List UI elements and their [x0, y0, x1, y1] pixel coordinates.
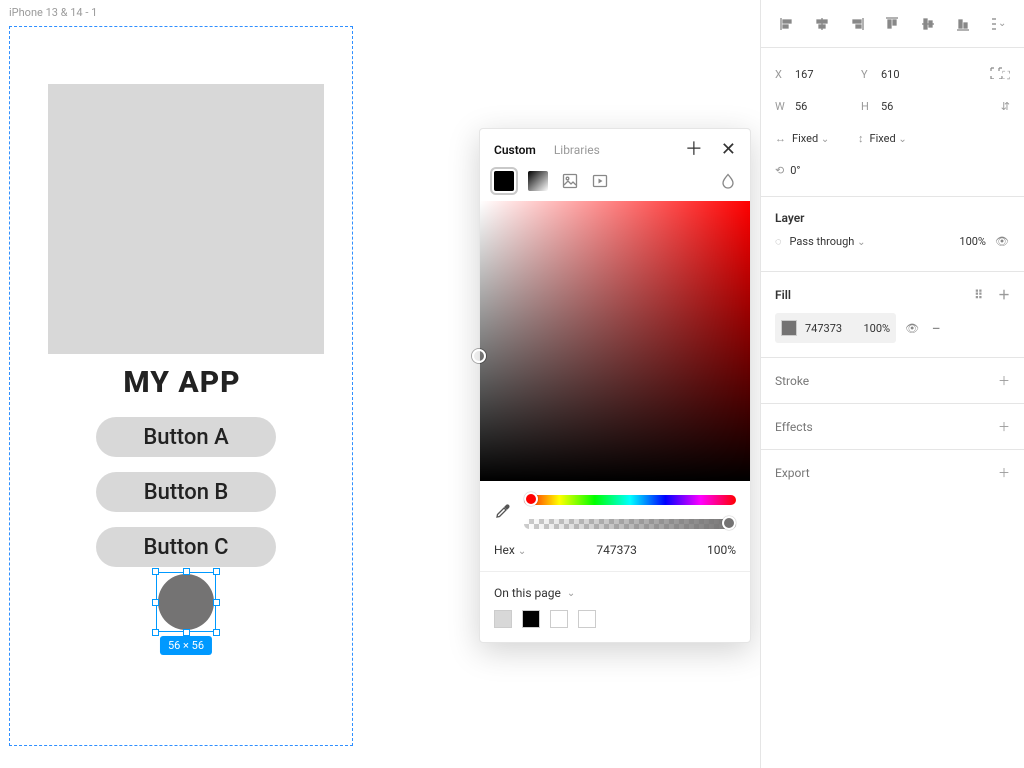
vertical-constraint-icon: ↕: [858, 132, 864, 145]
design-frame[interactable]: MY APP Button A Button B Button C 56 × 5…: [9, 26, 353, 746]
inspector-panel: ⌄ X 167 Y 610 ⛶ W 56 H 56 ⇵ ↔ Fixed ⌄ ↕ …: [760, 0, 1024, 768]
vertical-constraint-select[interactable]: Fixed ⌄: [870, 132, 930, 145]
add-effect-button[interactable]: ＋: [998, 418, 1010, 435]
fill-type-gradient[interactable]: [528, 171, 548, 191]
hue-thumb[interactable]: [524, 492, 538, 506]
design-button-a[interactable]: Button A: [96, 417, 276, 457]
distribute-icon[interactable]: ⌄: [990, 16, 1006, 32]
hex-input[interactable]: 747373: [536, 543, 697, 557]
add-fill-button[interactable]: ＋: [998, 288, 1010, 302]
opacity-icon: ◌: [775, 235, 782, 248]
fill-visibility-icon[interactable]: 👁: [904, 322, 920, 335]
export-section: Export ＋: [761, 450, 1024, 495]
align-hcenter-icon[interactable]: [814, 16, 830, 32]
resize-handle[interactable]: [213, 568, 220, 575]
transform-section: X 167 Y 610 ⛶ W 56 H 56 ⇵ ↔ Fixed ⌄ ↕ Fi…: [761, 48, 1024, 197]
effects-section: Effects ＋: [761, 404, 1024, 450]
fill-section: Fill ⠿ ＋ 747373 100% 👁 −: [761, 272, 1024, 358]
alignment-toolbar: ⌄: [761, 0, 1024, 48]
resize-handle[interactable]: [183, 629, 190, 636]
remove-fill-button[interactable]: −: [928, 319, 944, 338]
on-this-page-toggle[interactable]: On this page ⌄: [494, 586, 736, 600]
fill-type-image-icon[interactable]: [562, 173, 578, 189]
y-label: Y: [861, 68, 875, 81]
page-swatch[interactable]: [522, 610, 540, 628]
x-input[interactable]: 167: [795, 68, 855, 81]
saturation-value-area[interactable]: [480, 201, 750, 481]
align-bottom-icon[interactable]: [955, 16, 971, 32]
add-style-button[interactable]: ＋: [685, 141, 703, 159]
resize-handle[interactable]: [152, 629, 159, 636]
layer-section: Layer ◌ Pass through ⌄ 100% 👁: [761, 197, 1024, 272]
stroke-section: Stroke ＋: [761, 358, 1024, 404]
align-top-icon[interactable]: [884, 16, 900, 32]
rotation-icon: ⟲: [775, 164, 784, 177]
eyedropper-icon[interactable]: [494, 502, 512, 523]
page-swatch[interactable]: [550, 610, 568, 628]
effects-heading: Effects: [775, 420, 813, 434]
design-button-a-label: Button A: [143, 425, 228, 450]
page-swatch[interactable]: [578, 610, 596, 628]
close-picker-button[interactable]: ✕: [721, 141, 736, 159]
align-right-icon[interactable]: [849, 16, 865, 32]
horizontal-constraint-icon: ↔: [775, 132, 786, 145]
fill-entry[interactable]: 747373 100%: [775, 313, 896, 343]
align-left-icon[interactable]: [779, 16, 795, 32]
horizontal-constraint-select[interactable]: Fixed ⌄: [792, 132, 852, 145]
frame-label[interactable]: iPhone 13 & 14 - 1: [9, 6, 97, 19]
color-picker-popover: Custom Libraries ＋ ✕ Hex ⌄ 747373: [479, 128, 751, 643]
align-vcenter-icon[interactable]: [920, 16, 936, 32]
layer-opacity-input[interactable]: 100%: [942, 235, 986, 248]
fill-type-video-icon[interactable]: [592, 173, 608, 189]
style-grid-icon[interactable]: ⠿: [974, 288, 983, 302]
constrain-proportions-icon[interactable]: ⇵: [1001, 100, 1010, 113]
fill-swatch[interactable]: [781, 320, 797, 336]
hue-slider[interactable]: [524, 495, 736, 505]
layer-heading: Layer: [775, 211, 1010, 225]
selection-outline: [156, 572, 216, 632]
visibility-toggle-icon[interactable]: 👁: [994, 235, 1010, 248]
alpha-thumb[interactable]: [722, 516, 736, 530]
page-swatch[interactable]: [494, 610, 512, 628]
resize-handle[interactable]: [183, 568, 190, 575]
app-title-text[interactable]: MY APP: [10, 365, 354, 400]
fill-type-solid[interactable]: [494, 171, 514, 191]
resize-handle[interactable]: [152, 568, 159, 575]
y-input[interactable]: 610: [881, 68, 941, 81]
resize-handle[interactable]: [152, 599, 159, 606]
design-button-b-label: Button B: [144, 480, 229, 505]
stroke-heading: Stroke: [775, 374, 809, 388]
rotation-input[interactable]: 0°: [790, 164, 850, 177]
fill-heading: Fill: [775, 288, 791, 302]
h-input[interactable]: 56: [881, 100, 941, 113]
blend-mode-icon[interactable]: [720, 173, 736, 189]
w-input[interactable]: 56: [795, 100, 855, 113]
design-button-c[interactable]: Button C: [96, 527, 276, 567]
alpha-slider[interactable]: [524, 519, 736, 529]
align-to-pixel-icon[interactable]: ⛶: [988, 65, 1010, 83]
blend-mode-select[interactable]: Pass through ⌄: [790, 235, 934, 248]
fill-hex-input[interactable]: 747373: [805, 322, 842, 335]
selection-size-badge: 56 × 56: [160, 636, 212, 655]
resize-handle[interactable]: [213, 599, 220, 606]
fill-opacity-input[interactable]: 100%: [850, 322, 890, 335]
export-heading: Export: [775, 466, 810, 480]
design-button-c-label: Button C: [143, 535, 228, 560]
color-format-select[interactable]: Hex ⌄: [494, 543, 526, 557]
alpha-input[interactable]: 100%: [707, 543, 736, 557]
w-label: W: [775, 100, 789, 113]
image-placeholder[interactable]: [48, 84, 324, 354]
picker-tab-libraries[interactable]: Libraries: [554, 143, 600, 157]
picker-tab-custom[interactable]: Custom: [494, 143, 536, 157]
resize-handle[interactable]: [213, 629, 220, 636]
h-label: H: [861, 100, 875, 113]
selected-element[interactable]: 56 × 56: [156, 572, 216, 632]
design-button-b[interactable]: Button B: [96, 472, 276, 512]
x-label: X: [775, 68, 789, 81]
add-stroke-button[interactable]: ＋: [998, 372, 1010, 389]
add-export-button[interactable]: ＋: [998, 464, 1010, 481]
sv-cursor[interactable]: [472, 349, 486, 363]
